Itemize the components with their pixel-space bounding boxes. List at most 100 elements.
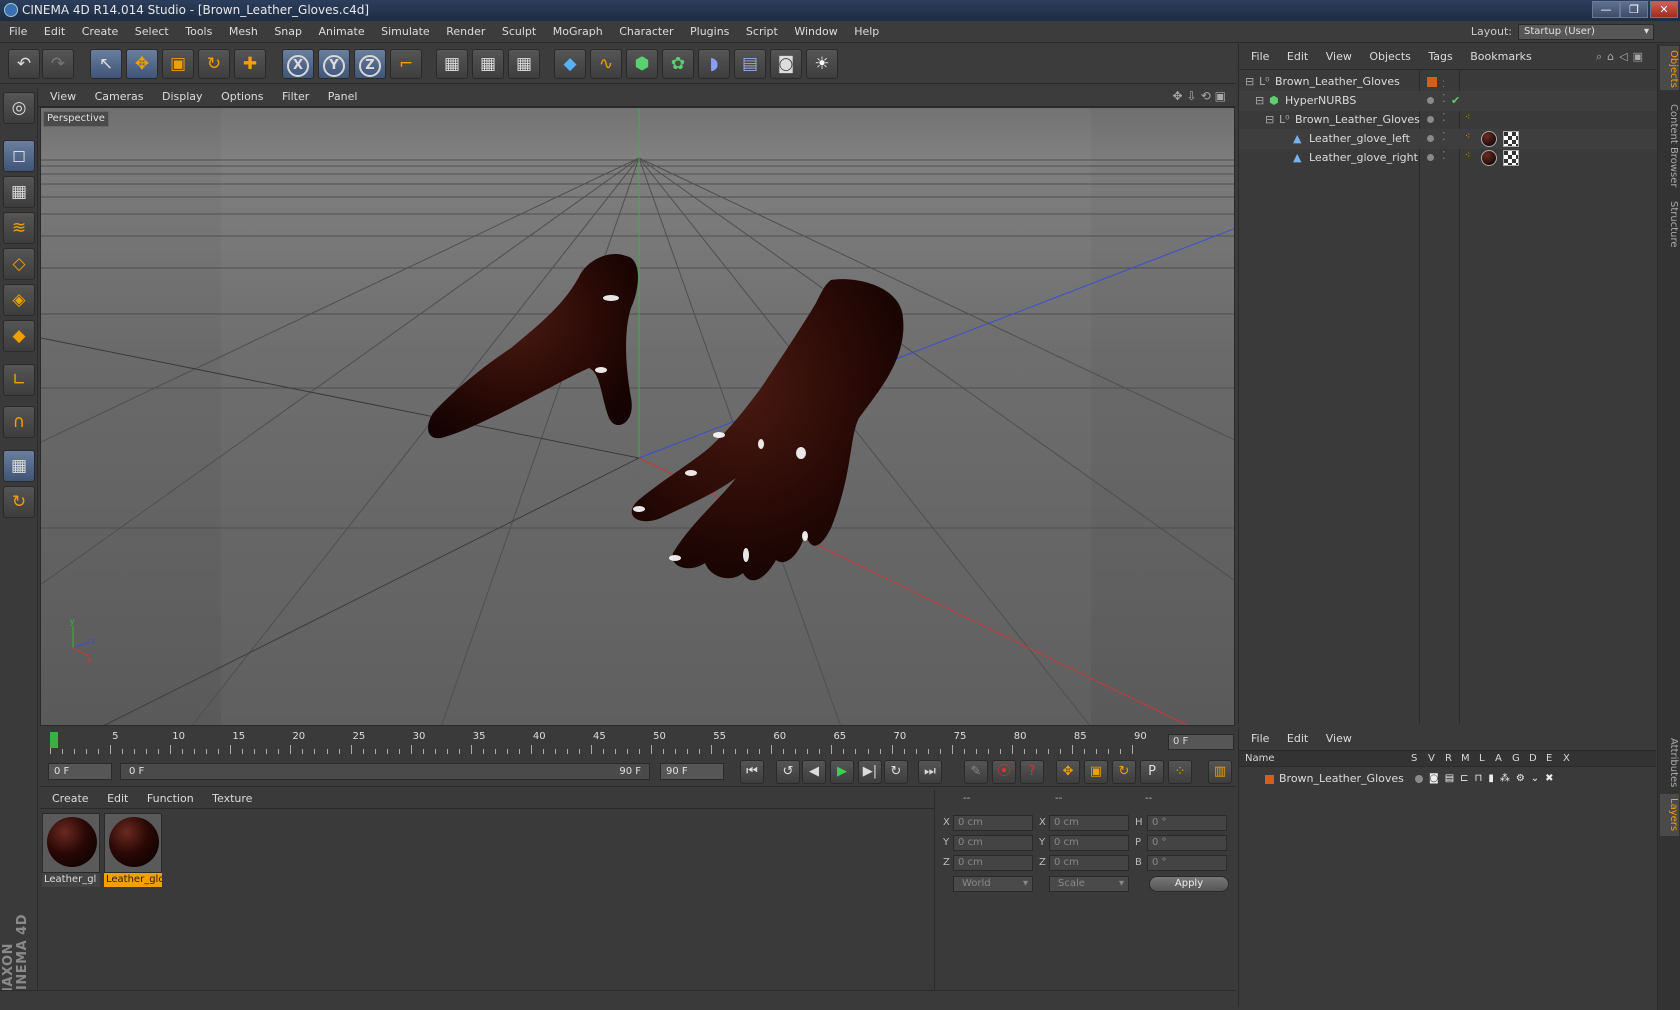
tab-structure[interactable]: Structure — [1660, 196, 1679, 252]
rotate-tool-button[interactable]: ↻ — [198, 49, 230, 79]
menu-mograph[interactable]: MoGraph — [553, 25, 603, 38]
end-frame-field[interactable]: 90 F — [660, 763, 724, 780]
object-menu-file[interactable]: File — [1251, 50, 1269, 63]
close-button[interactable]: ✕ — [1650, 1, 1678, 18]
menu-simulate[interactable]: Simulate — [381, 25, 430, 38]
key-rotation-button[interactable]: ↻ — [1112, 760, 1136, 784]
object-row[interactable]: ⊟ L⁰ Brown_Leather_Gloves ⁚ ⁖ — [1239, 110, 1657, 130]
viewport-menu-view[interactable]: View — [50, 90, 76, 103]
record-options-button[interactable]: ✎ — [964, 760, 988, 784]
layer-col-view[interactable]: V — [1428, 751, 1435, 767]
y-axis-lock-button[interactable]: Y — [318, 49, 350, 79]
layer-menu-edit[interactable]: Edit — [1287, 732, 1308, 745]
camera-button[interactable]: ◙ — [770, 49, 802, 79]
axis-mode-icon[interactable]: ∟ — [3, 364, 35, 396]
restore-button[interactable]: ❐ — [1620, 1, 1648, 18]
visibility-dots[interactable] — [1427, 148, 1440, 168]
tab-objects[interactable]: Objects — [1660, 46, 1679, 90]
tab-attributes[interactable]: Attributes — [1660, 734, 1679, 790]
previous-key-button[interactable]: ↺ — [776, 760, 800, 784]
layer-col-name[interactable]: Name — [1245, 751, 1275, 767]
rot-h-field[interactable]: 0 ° — [1147, 815, 1227, 831]
tab-layers[interactable]: Layers — [1660, 794, 1679, 836]
layer-col-locked[interactable]: L — [1479, 751, 1485, 767]
layer-menu-file[interactable]: File — [1251, 732, 1269, 745]
visibility-dots-icon[interactable]: ⁚ — [1442, 146, 1446, 166]
layer-col-generators[interactable]: G — [1512, 751, 1520, 767]
menu-tools[interactable]: Tools — [185, 25, 212, 38]
autokey-help-button[interactable]: ? — [1020, 760, 1044, 784]
coordinate-space-dropdown[interactable]: World ▾ — [953, 876, 1033, 892]
menu-create[interactable]: Create — [82, 25, 119, 38]
menu-select[interactable]: Select — [135, 25, 169, 38]
viewport-menu-filter[interactable]: Filter — [282, 90, 309, 103]
record-button[interactable]: ⦿ — [992, 760, 1016, 784]
snap-icon[interactable]: ↻ — [3, 486, 35, 518]
workplane-lock-icon[interactable]: ▦ — [3, 450, 35, 482]
start-frame-field[interactable]: 0 F — [48, 763, 112, 780]
layer-col-solo[interactable]: S — [1411, 751, 1417, 767]
apply-button[interactable]: Apply — [1149, 876, 1229, 892]
object-mode-icon[interactable]: ◻ — [3, 140, 35, 172]
material-swatch-selected[interactable]: Leather_glc — [104, 813, 162, 887]
object-row[interactable]: ⊟ L⁰ Brown_Leather_Gloves ⁚ — [1239, 72, 1657, 92]
menu-help[interactable]: Help — [854, 25, 879, 38]
layer-col-animation[interactable]: A — [1495, 751, 1502, 767]
menu-animate[interactable]: Animate — [319, 25, 365, 38]
viewport-menu-panel[interactable]: Panel — [328, 90, 358, 103]
collapse-icon[interactable]: ⊟ — [1265, 110, 1274, 130]
visibility-dots[interactable] — [1427, 110, 1440, 130]
object-menu-view[interactable]: View — [1326, 50, 1352, 63]
object-menu-objects[interactable]: Objects — [1369, 50, 1411, 63]
enabled-check-icon[interactable]: ✔ — [1451, 91, 1460, 111]
frame-range-slider[interactable]: 0 F 90 F — [120, 763, 650, 780]
light-button[interactable]: ☀ — [806, 49, 838, 79]
visibility-dots-icon[interactable]: ⁚ — [1442, 89, 1446, 109]
layer-row[interactable]: Brown_Leather_Gloves ◙▤⊏⊓▮⁂⚙⌄✖ — [1239, 770, 1657, 788]
layer-col-expressions[interactable]: E — [1546, 751, 1552, 767]
viewport-nav-icons[interactable]: ✥⇩⟲▣ — [1172, 86, 1230, 107]
key-scale-button[interactable]: ▣ — [1084, 760, 1108, 784]
nurbs-button[interactable]: ⬢ — [626, 49, 658, 79]
texture-tag-icon[interactable] — [1503, 131, 1519, 147]
cube-object-button[interactable]: ◆ — [554, 49, 586, 79]
viewport-camera-label[interactable]: Perspective — [43, 111, 109, 127]
tag-icon[interactable]: ⁖ — [1465, 108, 1470, 128]
menu-window[interactable]: Window — [794, 25, 837, 38]
layer-col-xref[interactable]: X — [1563, 751, 1570, 767]
object-menu-bookmarks[interactable]: Bookmarks — [1470, 50, 1531, 63]
layer-solo-toggle[interactable] — [1415, 775, 1423, 783]
key-pla-button[interactable]: ⁘ — [1168, 760, 1192, 784]
layout-dropdown[interactable]: Startup (User) ▾ — [1518, 24, 1654, 40]
timeline-ruler[interactable]: 051015202530354045505560657075808590 0 F — [40, 728, 1236, 756]
menu-plugins[interactable]: Plugins — [690, 25, 729, 38]
layer-col-deformers[interactable]: D — [1529, 751, 1537, 767]
object-row[interactable]: ⊟ ⬢ HyperNURBS ⁚ ✔ — [1239, 91, 1657, 111]
menu-sculpt[interactable]: Sculpt — [502, 25, 536, 38]
menu-edit[interactable]: Edit — [44, 25, 65, 38]
material-menu-create[interactable]: Create — [52, 792, 89, 805]
material-swatch[interactable]: Leather_gl — [42, 813, 100, 887]
points-mode-icon[interactable]: ◇ — [3, 248, 35, 280]
spline-button[interactable]: ∿ — [590, 49, 622, 79]
viewport-menu-cameras[interactable]: Cameras — [95, 90, 144, 103]
texture-tag-icon[interactable] — [1503, 150, 1519, 166]
previous-frame-button[interactable]: ◀ — [802, 760, 826, 784]
menu-character[interactable]: Character — [619, 25, 673, 38]
next-frame-button[interactable]: ▶| — [858, 760, 882, 784]
visibility-dots[interactable] — [1427, 129, 1440, 149]
minimize-button[interactable]: — — [1592, 1, 1620, 18]
z-axis-lock-button[interactable]: Z — [354, 49, 386, 79]
current-frame-field[interactable]: 0 F — [1168, 734, 1234, 750]
material-menu-function[interactable]: Function — [147, 792, 194, 805]
rot-b-field[interactable]: 0 ° — [1147, 855, 1227, 871]
render-settings-button[interactable]: ▦ — [508, 49, 540, 79]
playhead-marker[interactable] — [50, 732, 58, 748]
phong-tag-icon[interactable]: ⁖ — [1465, 127, 1470, 147]
deformer-button[interactable]: ◗ — [698, 49, 730, 79]
key-position-button[interactable]: ✥ — [1056, 760, 1080, 784]
workplane-icon[interactable]: ≋ — [3, 212, 35, 244]
object-menu-tags[interactable]: Tags — [1428, 50, 1452, 63]
x-axis-lock-button[interactable]: X — [282, 49, 314, 79]
menu-render[interactable]: Render — [446, 25, 485, 38]
